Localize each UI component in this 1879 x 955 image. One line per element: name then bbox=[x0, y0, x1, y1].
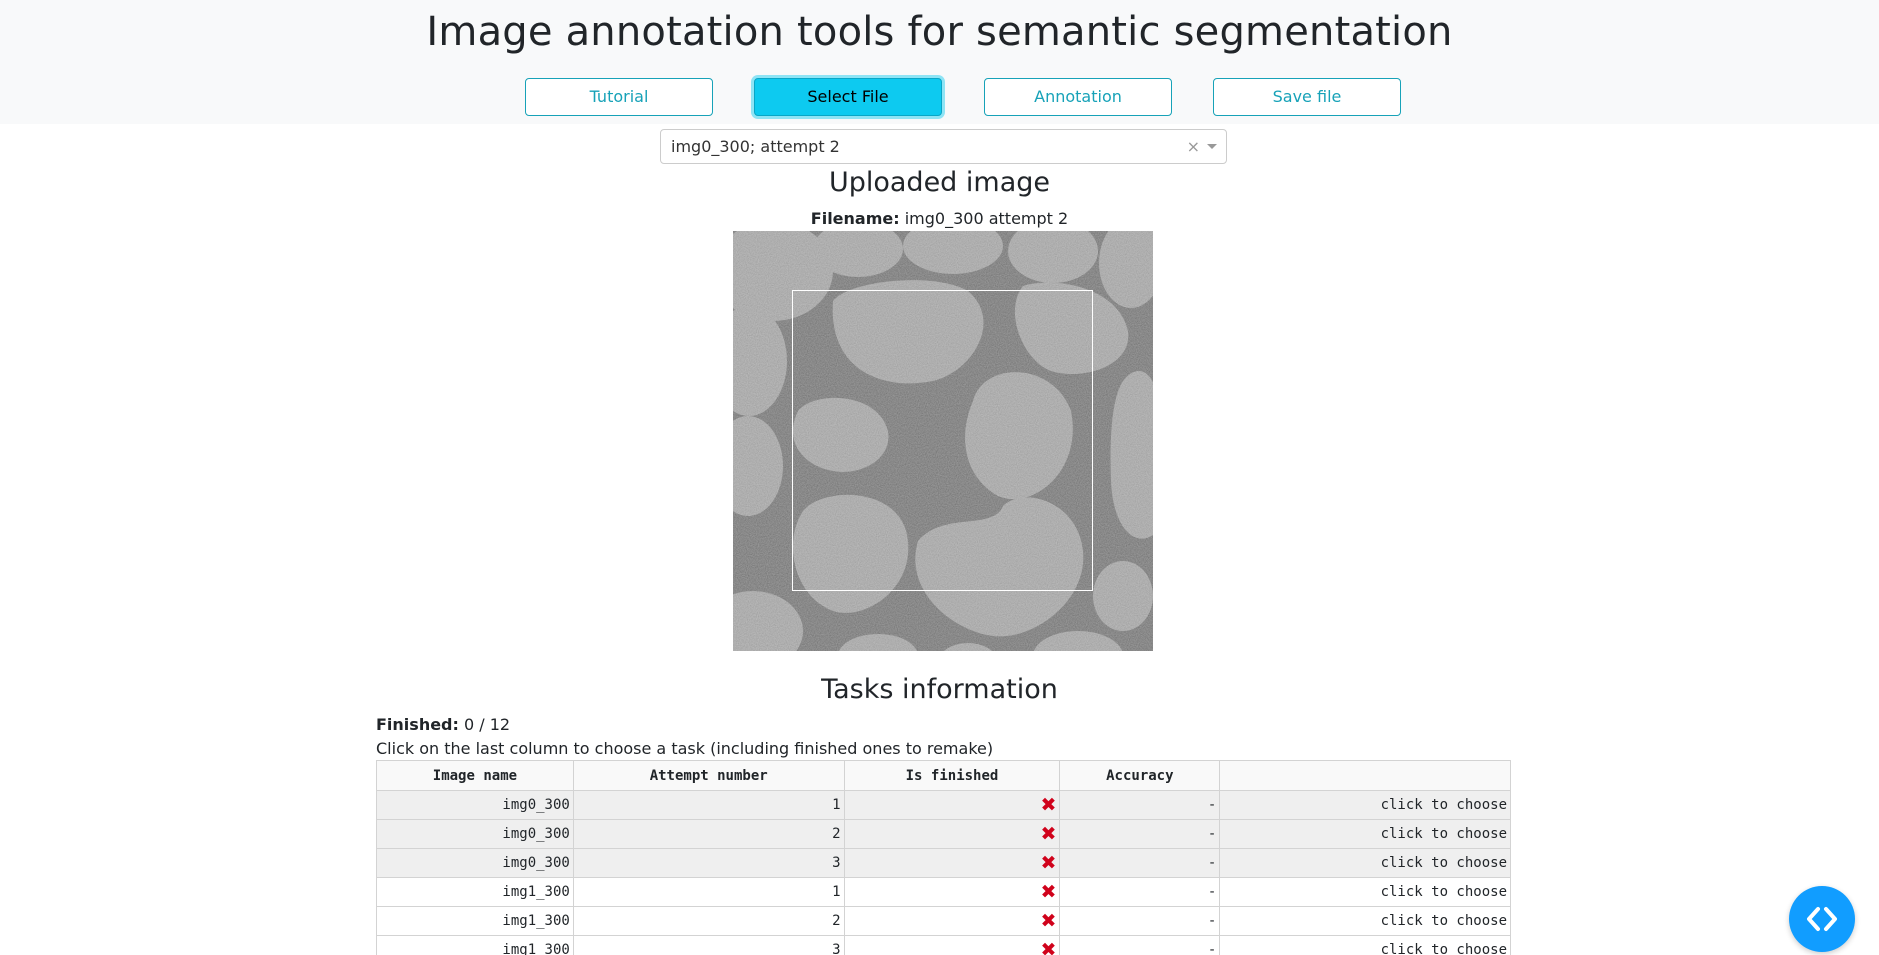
tasks-table: Image name Attempt number Is finished Ac… bbox=[376, 760, 1511, 955]
dev-tools-button[interactable] bbox=[1789, 886, 1855, 952]
cell-image-name: img1_300 bbox=[376, 906, 574, 936]
cell-choose[interactable]: click to choose bbox=[1219, 935, 1511, 955]
cell-attempt: 1 bbox=[572, 790, 845, 820]
table-header-row: Image name Attempt number Is finished Ac… bbox=[376, 760, 1511, 791]
file-dropdown[interactable]: img0_300; attempt 2 × bbox=[660, 129, 1227, 164]
finished-value: 0 / 12 bbox=[464, 715, 511, 734]
page-title: Image annotation tools for semantic segm… bbox=[426, 9, 1453, 55]
cell-choose[interactable]: click to choose bbox=[1219, 848, 1511, 878]
cell-image-name: img1_300 bbox=[376, 877, 574, 907]
cell-finished: ✖ bbox=[843, 790, 1061, 820]
table-row: img0_300 2 ✖ - click to choose bbox=[376, 819, 1511, 849]
cell-image-name: img1_300 bbox=[376, 935, 574, 955]
cell-choose[interactable]: click to choose bbox=[1219, 790, 1511, 820]
cell-attempt: 1 bbox=[572, 877, 845, 907]
chevron-down-icon[interactable] bbox=[1207, 144, 1217, 149]
cell-accuracy: - bbox=[1059, 877, 1221, 907]
cell-accuracy: - bbox=[1059, 819, 1221, 849]
tasks-heading: Tasks information bbox=[821, 674, 1058, 705]
column-header-is-finished[interactable]: Is finished bbox=[843, 760, 1061, 791]
save-file-button[interactable]: Save file bbox=[1213, 78, 1401, 116]
cell-attempt: 3 bbox=[572, 848, 845, 878]
cell-finished: ✖ bbox=[843, 848, 1061, 878]
cross-icon: ✖ bbox=[1040, 793, 1057, 816]
filename-line: Filename: img0_300 attempt 2 bbox=[0, 208, 1879, 230]
filename-value: img0_300 attempt 2 bbox=[904, 209, 1069, 228]
cell-attempt: 3 bbox=[572, 935, 845, 955]
cell-choose[interactable]: click to choose bbox=[1219, 877, 1511, 907]
finished-count: Finished: 0 / 12 bbox=[376, 714, 510, 736]
cell-choose[interactable]: click to choose bbox=[1219, 906, 1511, 936]
cell-accuracy: - bbox=[1059, 790, 1221, 820]
cell-accuracy: - bbox=[1059, 906, 1221, 936]
selection-rectangle[interactable] bbox=[792, 290, 1093, 591]
uploaded-image[interactable] bbox=[733, 231, 1153, 651]
clear-icon[interactable]: × bbox=[1187, 130, 1200, 163]
cross-icon: ✖ bbox=[1040, 880, 1057, 903]
cell-image-name: img0_300 bbox=[376, 790, 574, 820]
cross-icon: ✖ bbox=[1040, 822, 1057, 845]
tasks-table-container[interactable]: Image name Attempt number Is finished Ac… bbox=[376, 760, 1511, 955]
column-header-action[interactable] bbox=[1219, 760, 1511, 791]
table-row: img0_300 1 ✖ - click to choose bbox=[376, 790, 1511, 820]
cell-finished: ✖ bbox=[843, 935, 1061, 955]
file-dropdown-value: img0_300; attempt 2 bbox=[671, 137, 840, 156]
table-row: img1_300 1 ✖ - click to choose bbox=[376, 877, 1511, 907]
cell-image-name: img0_300 bbox=[376, 819, 574, 849]
cell-finished: ✖ bbox=[843, 906, 1061, 936]
filename-label: Filename: bbox=[810, 209, 900, 228]
uploaded-image-heading: Uploaded image bbox=[828, 167, 1051, 198]
annotation-button[interactable]: Annotation bbox=[984, 78, 1172, 116]
table-row: img1_300 2 ✖ - click to choose bbox=[376, 906, 1511, 936]
tasks-hint: Click on the last column to choose a tas… bbox=[376, 739, 994, 758]
column-header-accuracy[interactable]: Accuracy bbox=[1059, 760, 1221, 791]
cell-attempt: 2 bbox=[572, 819, 845, 849]
cell-choose[interactable]: click to choose bbox=[1219, 819, 1511, 849]
cell-finished: ✖ bbox=[843, 877, 1061, 907]
cross-icon: ✖ bbox=[1040, 909, 1057, 932]
table-row: img0_300 3 ✖ - click to choose bbox=[376, 848, 1511, 878]
header: Image annotation tools for semantic segm… bbox=[0, 0, 1879, 124]
column-header-image-name[interactable]: Image name bbox=[376, 760, 574, 791]
cell-accuracy: - bbox=[1059, 848, 1221, 878]
column-header-attempt-number[interactable]: Attempt number bbox=[572, 760, 845, 791]
cell-finished: ✖ bbox=[843, 819, 1061, 849]
cell-accuracy: - bbox=[1059, 935, 1221, 955]
cell-image-name: img0_300 bbox=[376, 848, 574, 878]
table-row: img1_300 3 ✖ - click to choose bbox=[376, 935, 1511, 955]
cross-icon: ✖ bbox=[1040, 851, 1057, 874]
cross-icon: ✖ bbox=[1040, 938, 1057, 955]
cell-attempt: 2 bbox=[572, 906, 845, 936]
tutorial-button[interactable]: Tutorial bbox=[525, 78, 713, 116]
finished-label: Finished: bbox=[376, 715, 459, 734]
select-file-button[interactable]: Select File bbox=[754, 78, 942, 116]
code-chevrons-icon bbox=[1807, 907, 1837, 931]
